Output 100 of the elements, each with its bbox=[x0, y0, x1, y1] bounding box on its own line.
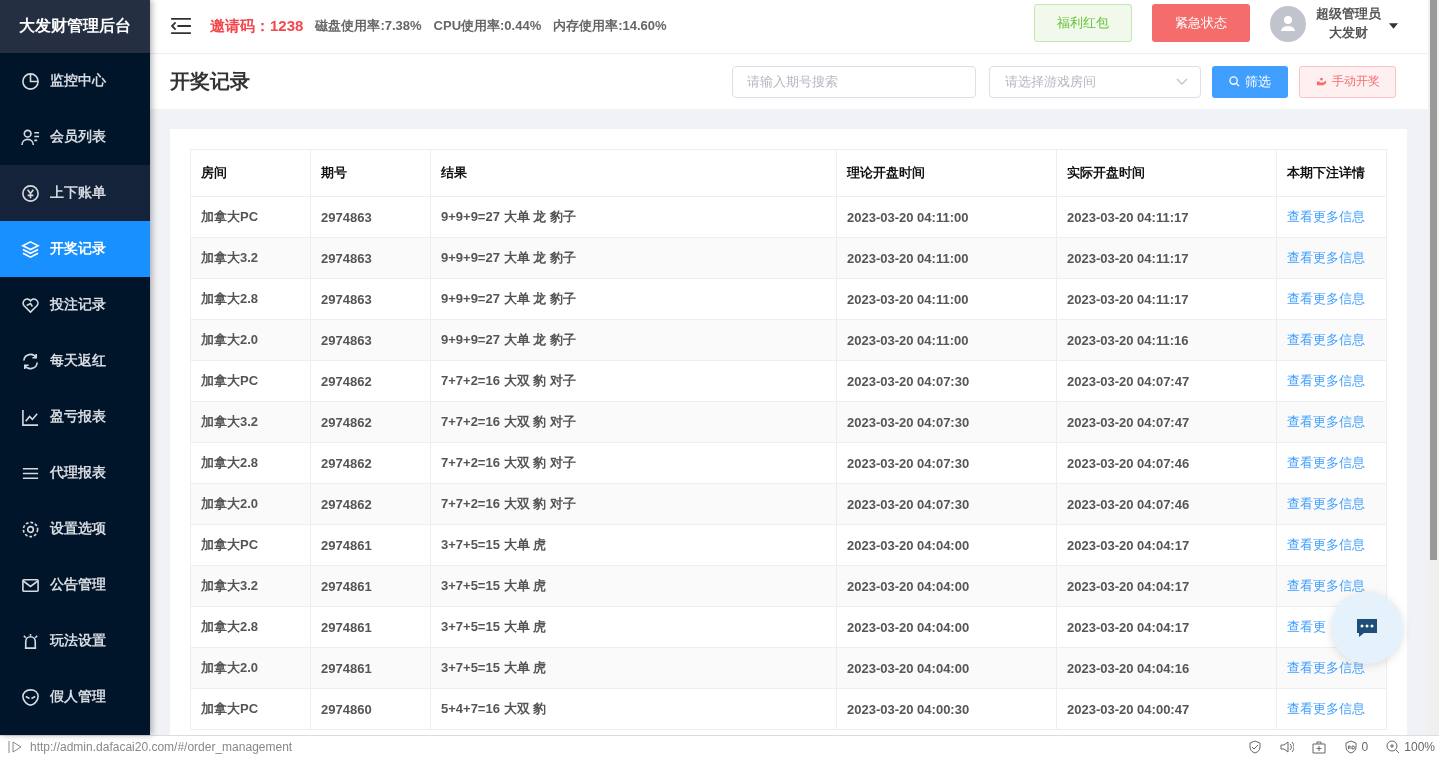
invite-code: 邀请码：1238 bbox=[210, 16, 304, 36]
table-cell: 2023-03-20 04:04:00 bbox=[847, 660, 970, 676]
table-cell: 加拿大PC bbox=[201, 701, 259, 716]
usage-stat: 内存使用率:14.60% bbox=[553, 17, 667, 35]
table-cell: 2974862 bbox=[321, 496, 372, 512]
table-cell: 3+7+5=15 大单 虎 bbox=[441, 660, 547, 675]
sidebar-item[interactable]: 上下账单 bbox=[0, 165, 150, 221]
table-cell: 7+7+2=16 大双 豹 对子 bbox=[441, 496, 576, 511]
table-cell: 加拿大3.2 bbox=[201, 250, 259, 265]
column-header: 结果 bbox=[430, 149, 837, 197]
refresh-icon bbox=[21, 351, 40, 371]
alien-icon bbox=[21, 687, 40, 707]
table-cell: 2023-03-20 04:11:16 bbox=[1067, 332, 1189, 348]
chevron-down-icon bbox=[1176, 77, 1188, 86]
table-cell: 加拿大2.8 bbox=[201, 455, 259, 470]
shield-icon[interactable] bbox=[1247, 739, 1262, 754]
table-cell: 加拿大3.2 bbox=[201, 578, 259, 593]
play-icon[interactable] bbox=[8, 739, 22, 754]
table-cell: 2023-03-20 04:04:17 bbox=[1067, 619, 1190, 635]
table-cell: 2023-03-20 04:04:00 bbox=[847, 619, 970, 635]
table-cell: 2974862 bbox=[321, 414, 372, 430]
table-cell: 加拿大2.0 bbox=[201, 496, 259, 511]
table-cell: 3+7+5=15 大单 虎 bbox=[441, 537, 547, 552]
table-cell: 加拿大PC bbox=[201, 209, 259, 224]
table-cell: 2023-03-20 04:07:47 bbox=[1067, 414, 1190, 430]
sidebar-item[interactable]: 公告管理 bbox=[0, 557, 150, 613]
table-cell: 加拿大2.0 bbox=[201, 660, 259, 675]
sidebar-item[interactable]: 代理报表 bbox=[0, 445, 150, 501]
table-cell: 9+9+9=27 大单 龙 豹子 bbox=[441, 332, 576, 347]
search-field[interactable]: 请输入期号搜索 bbox=[732, 65, 976, 98]
user-list-icon bbox=[21, 127, 40, 147]
table-cell: 加拿大2.0 bbox=[201, 332, 259, 347]
sidebar-item[interactable]: 投注记录 bbox=[0, 277, 150, 333]
status-url: http://admin.dafacai20.com/#/order_management bbox=[30, 739, 293, 754]
table-cell: 2023-03-20 04:07:30 bbox=[847, 414, 970, 430]
table-cell: 2023-03-20 04:04:00 bbox=[847, 537, 970, 553]
table-cell: 2974863 bbox=[321, 332, 372, 348]
menu-icon[interactable] bbox=[170, 17, 192, 35]
manual-draw-button[interactable]: 手动开奖 bbox=[1299, 65, 1396, 98]
column-header: 实际开盘时间 bbox=[1056, 149, 1277, 197]
sidebar-item[interactable]: 开奖记录 bbox=[0, 221, 150, 277]
table-cell: 2974861 bbox=[321, 578, 372, 594]
search-icon bbox=[1229, 76, 1240, 87]
table-cell: 加拿大PC bbox=[201, 373, 259, 388]
alarm-icon bbox=[21, 631, 40, 651]
table-cell: 2023-03-20 04:07:47 bbox=[1067, 373, 1190, 389]
table-cell: 加拿大2.8 bbox=[201, 291, 259, 306]
filter-button[interactable]: 筛选 bbox=[1212, 65, 1288, 98]
table-cell: 2023-03-20 04:04:17 bbox=[1067, 537, 1190, 553]
speaker-icon[interactable] bbox=[1279, 739, 1294, 754]
table-cell: 7+7+2=16 大双 豹 对子 bbox=[441, 373, 576, 388]
emergency-button[interactable]: 紧急状态 bbox=[1152, 4, 1250, 42]
table-cell: 2023-03-20 04:07:46 bbox=[1067, 455, 1190, 471]
column-header: 房间 bbox=[190, 149, 311, 197]
caret-icon[interactable] bbox=[1389, 23, 1398, 29]
table-cell: 2974861 bbox=[321, 619, 372, 635]
coin-icon bbox=[21, 183, 40, 203]
sidebar-item[interactable]: 会员列表 bbox=[0, 109, 150, 165]
hand-icon bbox=[1315, 76, 1327, 87]
room-select[interactable]: 请选择游戏房间 bbox=[989, 65, 1201, 98]
table-cell: 2023-03-20 04:04:17 bbox=[1067, 578, 1190, 594]
table-cell: 加拿大2.8 bbox=[201, 619, 259, 634]
table-cell: 2023-03-20 04:11:17 bbox=[1067, 250, 1189, 266]
zoom-icon[interactable] bbox=[1386, 739, 1401, 754]
page-title: 开奖记录 bbox=[170, 69, 250, 94]
gear-icon bbox=[21, 519, 40, 539]
table-cell: 5+4+7=16 大双 豹 bbox=[441, 701, 547, 716]
column-header: 本期下注详情 bbox=[1276, 149, 1387, 197]
table-cell: 2023-03-20 04:11:00 bbox=[847, 332, 969, 348]
user-role: 超级管理员 bbox=[1316, 5, 1381, 23]
table-cell: 2023-03-20 04:07:30 bbox=[847, 373, 970, 389]
scrollbar[interactable] bbox=[1428, 0, 1439, 735]
usage-stat: 磁盘使用率:7.38% bbox=[315, 17, 422, 35]
table-cell: 2023-03-20 04:11:17 bbox=[1067, 291, 1189, 307]
table-cell: 2974863 bbox=[321, 291, 372, 307]
table-cell: 2023-03-20 04:00:47 bbox=[1067, 701, 1190, 717]
table-cell: 加拿大3.2 bbox=[201, 414, 259, 429]
details-link[interactable]: 查看更 bbox=[1287, 619, 1326, 634]
sidebar-item[interactable]: 盈亏报表 bbox=[0, 389, 150, 445]
bonus-button[interactable]: 福利红包 bbox=[1034, 4, 1132, 42]
table-cell: 2023-03-20 04:07:30 bbox=[847, 496, 970, 512]
sidebar-item[interactable]: 假人管理 bbox=[0, 669, 150, 725]
table-cell: 9+9+9=27 大单 龙 豹子 bbox=[441, 291, 576, 306]
medkit-icon[interactable] bbox=[1311, 739, 1326, 754]
table-cell: 加拿大PC bbox=[201, 537, 259, 552]
sidebar-item[interactable]: 监控中心 bbox=[0, 53, 150, 109]
zoom-level: 100% bbox=[1404, 739, 1435, 754]
column-header: 期号 bbox=[310, 149, 431, 197]
ad-block-icon[interactable] bbox=[1343, 739, 1358, 754]
user-name: 大发财 bbox=[1329, 24, 1368, 42]
ad-count: 0 bbox=[1361, 739, 1369, 754]
sidebar-item[interactable]: 设置选项 bbox=[0, 501, 150, 557]
table-cell: 3+7+5=15 大单 虎 bbox=[441, 619, 547, 634]
sidebar-item[interactable]: 玩法设置 bbox=[0, 613, 150, 669]
table-cell: 2023-03-20 04:00:30 bbox=[847, 701, 970, 717]
table-cell: 3+7+5=15 大单 虎 bbox=[441, 578, 547, 593]
sidebar-item[interactable]: 每天返红 bbox=[0, 333, 150, 389]
app-title: 大发财管理后台 bbox=[0, 0, 150, 53]
table-cell: 2974861 bbox=[321, 660, 372, 676]
table-cell: 2974862 bbox=[321, 373, 372, 389]
